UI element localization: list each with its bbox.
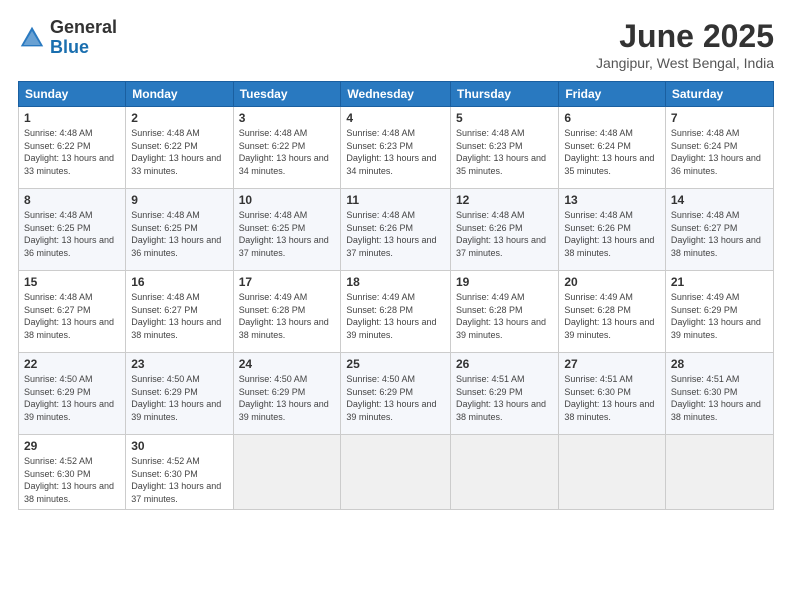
table-row: 21 Sunrise: 4:49 AMSunset: 6:29 PMDaylig… [665,271,773,353]
table-row: 2 Sunrise: 4:48 AMSunset: 6:22 PMDayligh… [126,107,233,189]
table-row: 24 Sunrise: 4:50 AMSunset: 6:29 PMDaylig… [233,353,341,435]
col-saturday: Saturday [665,82,773,107]
table-row: 25 Sunrise: 4:50 AMSunset: 6:29 PMDaylig… [341,353,451,435]
table-row [665,435,773,510]
table-row: 19 Sunrise: 4:49 AMSunset: 6:28 PMDaylig… [451,271,559,353]
table-row: 17 Sunrise: 4:49 AMSunset: 6:28 PMDaylig… [233,271,341,353]
table-row: 30 Sunrise: 4:52 AMSunset: 6:30 PMDaylig… [126,435,233,510]
table-row [233,435,341,510]
logo: General Blue [18,18,117,58]
table-row: 8 Sunrise: 4:48 AMSunset: 6:25 PMDayligh… [19,189,126,271]
col-tuesday: Tuesday [233,82,341,107]
table-row: 16 Sunrise: 4:48 AMSunset: 6:27 PMDaylig… [126,271,233,353]
table-row: 28 Sunrise: 4:51 AMSunset: 6:30 PMDaylig… [665,353,773,435]
table-row: 1 Sunrise: 4:48 AMSunset: 6:22 PMDayligh… [19,107,126,189]
table-row [451,435,559,510]
table-row: 12 Sunrise: 4:48 AMSunset: 6:26 PMDaylig… [451,189,559,271]
table-row: 11 Sunrise: 4:48 AMSunset: 6:26 PMDaylig… [341,189,451,271]
table-row: 3 Sunrise: 4:48 AMSunset: 6:22 PMDayligh… [233,107,341,189]
title-block: June 2025 Jangipur, West Bengal, India [596,18,774,71]
table-row: 18 Sunrise: 4:49 AMSunset: 6:28 PMDaylig… [341,271,451,353]
table-row: 7 Sunrise: 4:48 AMSunset: 6:24 PMDayligh… [665,107,773,189]
table-row: 26 Sunrise: 4:51 AMSunset: 6:29 PMDaylig… [451,353,559,435]
table-row: 6 Sunrise: 4:48 AMSunset: 6:24 PMDayligh… [559,107,666,189]
table-row: 27 Sunrise: 4:51 AMSunset: 6:30 PMDaylig… [559,353,666,435]
calendar-table: Sunday Monday Tuesday Wednesday Thursday… [18,81,774,510]
table-row: 14 Sunrise: 4:48 AMSunset: 6:27 PMDaylig… [665,189,773,271]
table-row: 20 Sunrise: 4:49 AMSunset: 6:28 PMDaylig… [559,271,666,353]
table-row: 23 Sunrise: 4:50 AMSunset: 6:29 PMDaylig… [126,353,233,435]
col-friday: Friday [559,82,666,107]
col-sunday: Sunday [19,82,126,107]
location: Jangipur, West Bengal, India [596,55,774,71]
logo-icon [18,24,46,52]
table-row [559,435,666,510]
table-row: 15 Sunrise: 4:48 AMSunset: 6:27 PMDaylig… [19,271,126,353]
calendar-header-row: Sunday Monday Tuesday Wednesday Thursday… [19,82,774,107]
col-thursday: Thursday [451,82,559,107]
table-row: 4 Sunrise: 4:48 AMSunset: 6:23 PMDayligh… [341,107,451,189]
table-row: 5 Sunrise: 4:48 AMSunset: 6:23 PMDayligh… [451,107,559,189]
table-row: 9 Sunrise: 4:48 AMSunset: 6:25 PMDayligh… [126,189,233,271]
table-row: 29 Sunrise: 4:52 AMSunset: 6:30 PMDaylig… [19,435,126,510]
col-monday: Monday [126,82,233,107]
col-wednesday: Wednesday [341,82,451,107]
table-row: 10 Sunrise: 4:48 AMSunset: 6:25 PMDaylig… [233,189,341,271]
page-header: General Blue June 2025 Jangipur, West Be… [18,18,774,71]
table-row [341,435,451,510]
table-row: 13 Sunrise: 4:48 AMSunset: 6:26 PMDaylig… [559,189,666,271]
logo-text: General Blue [50,18,117,58]
table-row: 22 Sunrise: 4:50 AMSunset: 6:29 PMDaylig… [19,353,126,435]
month-title: June 2025 [596,18,774,55]
